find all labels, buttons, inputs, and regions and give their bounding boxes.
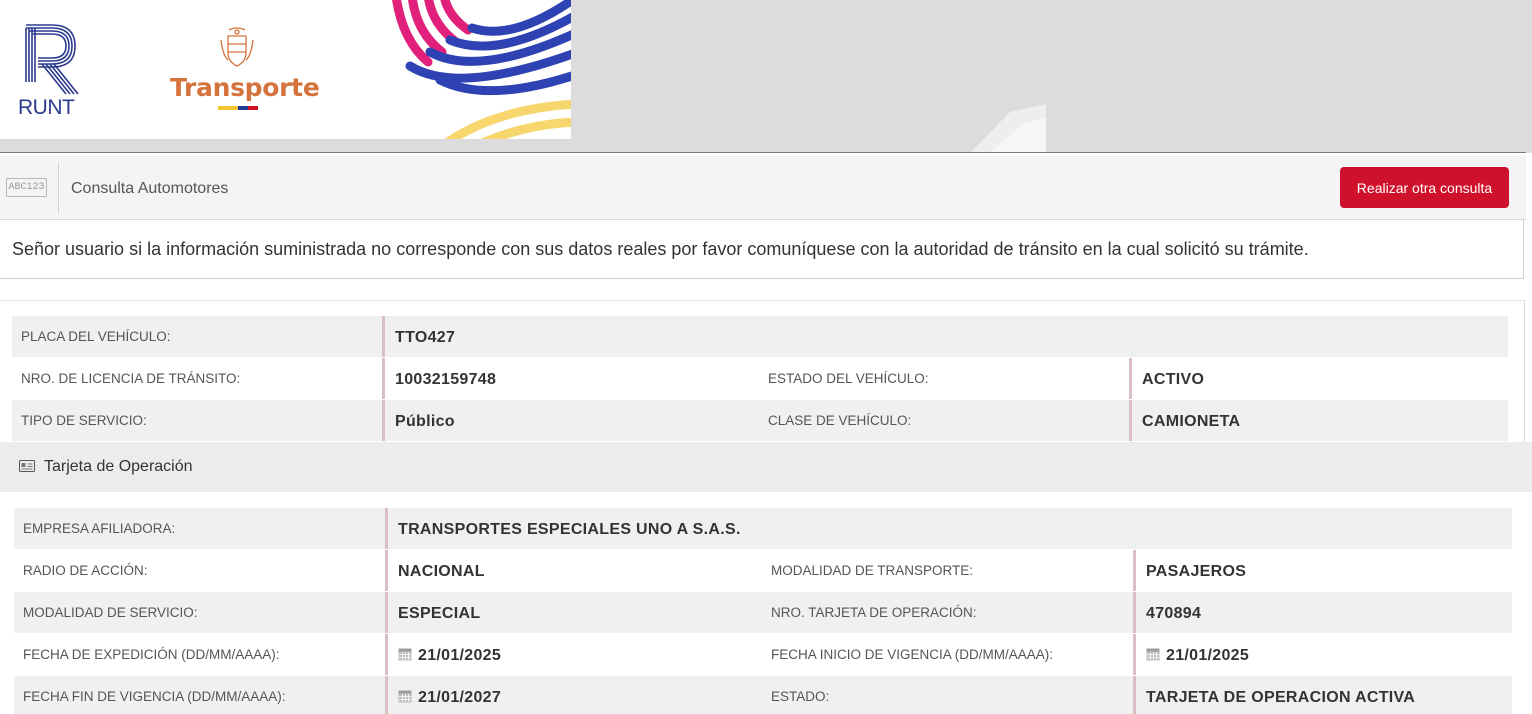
calendar-icon [398, 648, 412, 661]
vehicle-row-license: NRO. DE LICENCIA DE TRÁNSITO: 1003215974… [12, 358, 1508, 399]
card-row-service-mode: MODALIDAD DE SERVICIO: ESPECIAL NRO. TAR… [14, 592, 1512, 633]
service-mode-label: MODALIDAD DE SERVICIO: [23, 605, 198, 620]
toolbar-separator [58, 162, 59, 214]
card-row-radius: RADIO DE ACCIÓN: NACIONAL MODALIDAD DE T… [14, 550, 1512, 591]
decorative-mountain-graphic [970, 104, 1046, 153]
vehicle-class-label: CLASE DE VEHÍCULO: [768, 413, 912, 428]
issue-date-label: FECHA DE EXPEDICIÓN (DD/MM/AAAA): [23, 647, 280, 662]
company-label: EMPRESA AFILIADORA: [23, 521, 176, 536]
end-date-value: 21/01/2027 [418, 689, 502, 706]
card-number-label: NRO. TARJETA DE OPERACIÓN: [771, 605, 977, 620]
start-date-value: 21/01/2025 [1166, 647, 1250, 664]
panel-edge [1524, 300, 1525, 442]
card-row-end-status: FECHA FIN DE VIGENCIA (DD/MM/AAAA): 21/0… [14, 676, 1512, 714]
transport-mode-label: MODALIDAD DE TRANSPORTE: [771, 563, 974, 578]
company-value: TRANSPORTES ESPECIALES UNO A S.A.S. [385, 508, 741, 549]
calendar-icon [1146, 648, 1160, 661]
card-status-value: TARJETA DE OPERACION ACTIVA [1133, 676, 1415, 714]
banner-divider [0, 152, 1526, 153]
card-row-dates: FECHA DE EXPEDICIÓN (DD/MM/AAAA): 21/01/… [14, 634, 1512, 675]
new-query-button[interactable]: Realizar otra consulta [1340, 167, 1509, 208]
query-toolbar: ABC123 Consulta Automotores Realizar otr… [0, 156, 1526, 220]
decorative-wave-graphic [392, 0, 571, 139]
runt-logo-text: RUNT [18, 96, 75, 119]
card-status-label: ESTADO: [771, 689, 830, 704]
license-label: NRO. DE LICENCIA DE TRÁNSITO: [21, 371, 241, 386]
coat-of-arms-icon [220, 27, 254, 67]
service-type-value: Público [382, 400, 455, 441]
vehicle-row-service: TIPO DE SERVICIO: Público CLASE DE VEHÍC… [12, 400, 1508, 441]
start-date-cell: 21/01/2025 [1133, 634, 1249, 675]
page-title: Consulta Automotores [71, 180, 229, 197]
issue-date-cell: 21/01/2025 [385, 634, 501, 675]
vehicle-class-value: CAMIONETA [1129, 400, 1240, 441]
header-logos: RUNT Transporte [0, 0, 571, 139]
notice-text: Señor usuario si la información suminist… [12, 239, 1309, 259]
plate-value: TTO427 [382, 316, 455, 357]
colombia-flag-bar [218, 106, 258, 110]
user-notice: Señor usuario si la información suminist… [0, 220, 1524, 279]
plate-label: PLACA DEL VEHÍCULO: [21, 329, 171, 344]
vehicle-status-label: ESTADO DEL VEHÍCULO: [768, 371, 929, 386]
id-card-icon [19, 460, 35, 472]
service-mode-value: ESPECIAL [385, 592, 480, 633]
card-number-value: 470894 [1133, 592, 1201, 633]
transporte-logo-text: Transporte [170, 73, 320, 102]
radius-value: NACIONAL [385, 550, 485, 591]
vehicle-row-plate: PLACA DEL VEHÍCULO: TTO427 [12, 316, 1508, 357]
vehicle-status-value: ACTIVO [1129, 358, 1204, 399]
end-date-label: FECHA FIN DE VIGENCIA (DD/MM/AAAA): [23, 689, 286, 704]
card-row-company: EMPRESA AFILIADORA: TRANSPORTES ESPECIAL… [14, 508, 1512, 549]
header-banner: RUNT Transporte [0, 0, 1532, 153]
start-date-label: FECHA INICIO DE VIGENCIA (DD/MM/AAAA): [771, 647, 1054, 662]
end-date-cell: 21/01/2027 [385, 676, 501, 714]
service-type-label: TIPO DE SERVICIO: [21, 413, 147, 428]
license-value: 10032159748 [382, 358, 496, 399]
transport-mode-value: PASAJEROS [1133, 550, 1246, 591]
radius-label: RADIO DE ACCIÓN: [23, 563, 148, 578]
issue-date-value: 21/01/2025 [418, 647, 502, 664]
operation-card-section-header: Tarjeta de Operación [0, 442, 1532, 492]
calendar-icon [398, 690, 412, 703]
license-plate-icon: ABC123 [6, 178, 47, 197]
section-title: Tarjeta de Operación [44, 458, 193, 475]
section-divider [0, 300, 1524, 301]
